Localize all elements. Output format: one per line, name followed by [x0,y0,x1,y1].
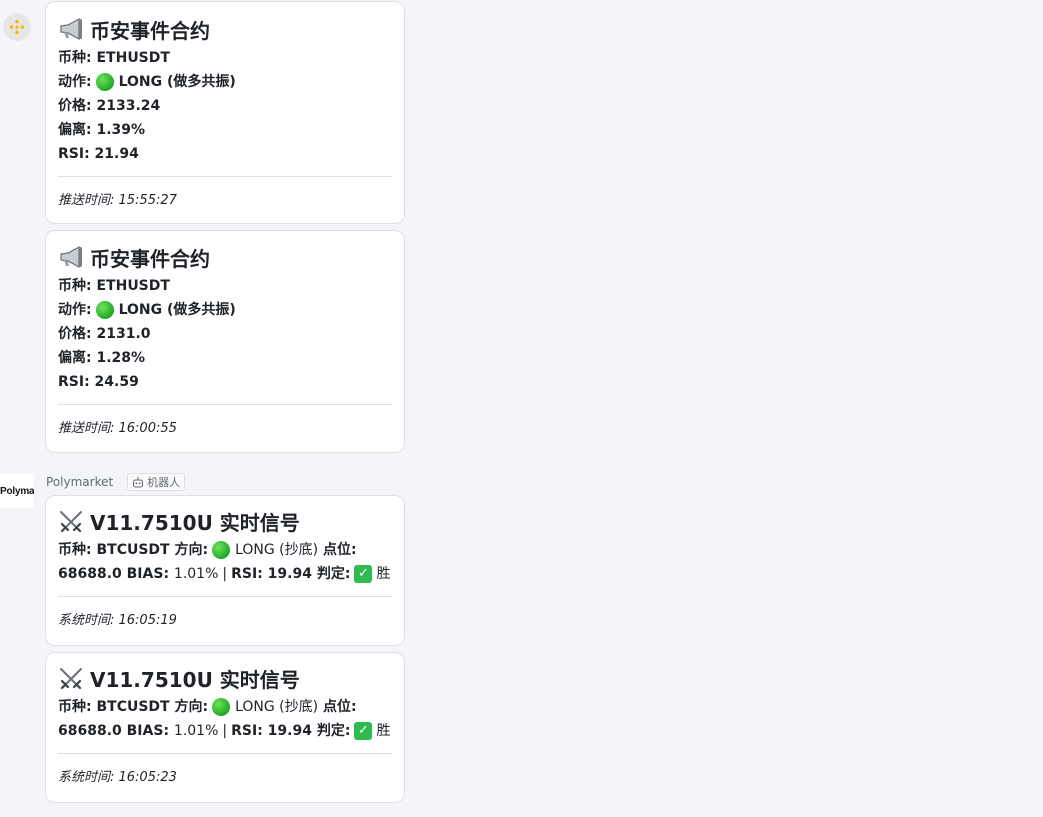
symbol-line: 币种: ETHUSDT [58,46,392,70]
binance-logo-icon [3,13,31,41]
megaphone-icon [58,17,84,41]
push-time: 推送时间: 15:55:27 [58,193,177,208]
coin-label: 币种: [58,542,92,558]
rsi-line: RSI: 24.59 [58,370,392,394]
check-mark-button-icon: ✓ [354,722,373,740]
direction-label: 方向: [174,699,209,715]
rsi-value: 19.94 [267,566,312,582]
binance-signal-card[interactable]: 币安事件合约 币种: ETHUSDT 动作: LONG (做多共振) 价格: 2… [45,1,405,224]
signal-line-2: 68688.0 BIAS: 1.01% | RSI: 19.94 判定: ✓ 胜 [58,562,392,586]
action-label: 动作: [58,302,92,318]
signal-line-1: 币种: BTCUSDT 方向: LONG (抄底) 点位: [58,538,392,562]
deviation-value: 1.39% [96,122,146,138]
card-divider [58,753,392,754]
crossed-swords-icon [58,666,84,690]
green-circle-icon [212,541,231,559]
symbol-label: 币种: [58,278,92,294]
push-time: 推送时间: 16:00:55 [58,421,177,436]
level-value: 68688.0 [58,566,122,582]
card-title-row: V11.7510U 实时信号 [58,666,392,692]
polymarket-signal-card[interactable]: V11.7510U 实时信号 币种: BTCUSDT 方向: LONG (抄底)… [45,495,405,646]
level-label: 点位: [322,699,357,715]
separator: | [222,723,228,739]
rsi-label: RSI: [231,723,263,739]
binance-avatar[interactable] [0,10,34,44]
direction-value: LONG (抄底) [235,542,319,558]
green-circle-icon [95,73,114,91]
bot-tag-label: 机器人 [147,476,181,489]
card-divider [58,404,392,405]
action-line: 动作: LONG (做多共振) [58,70,392,94]
level-value: 68688.0 [58,723,122,739]
crossed-swords-icon [58,509,84,533]
system-time: 系统时间: 16:05:19 [58,613,177,628]
price-value: 2133.24 [96,98,161,114]
bias-value: 1.01% [173,566,219,582]
coin-value: BTCUSDT [96,699,170,715]
card-title: V11.7510U 实时信号 [90,510,300,535]
coin-label: 币种: [58,699,92,715]
verdict-label: 判定: [316,723,351,739]
robot-icon [133,476,144,487]
signal-line-2: 68688.0 BIAS: 1.01% | RSI: 19.94 判定: ✓ 胜 [58,719,392,743]
deviation-line: 偏离: 1.39% [58,118,392,142]
price-line: 价格: 2131.0 [58,322,392,346]
card-divider [58,176,392,177]
action-label: 动作: [58,74,92,90]
card-title: V11.7510U 实时信号 [90,667,300,692]
bias-label: BIAS: [126,566,170,582]
rsi-line: RSI: 21.94 [58,142,392,166]
rsi-label: RSI: [58,146,90,162]
polymarket-avatar[interactable]: Polymar [0,474,34,508]
deviation-label: 偏离: [58,122,92,138]
polymarket-signal-card[interactable]: V11.7510U 实时信号 币种: BTCUSDT 方向: LONG (抄底)… [45,652,405,803]
megaphone-icon [58,245,84,269]
binance-signal-card[interactable]: 币安事件合约 币种: ETHUSDT 动作: LONG (做多共振) 价格: 2… [45,230,405,453]
deviation-line: 偏离: 1.28% [58,346,392,370]
avatar-text: Polymar [0,485,34,497]
card-title: 币安事件合约 [90,246,210,271]
card-title-row: 币安事件合约 [58,17,392,43]
level-label: 点位: [322,542,357,558]
sender-name[interactable]: Polymarket [46,475,113,489]
rsi-label: RSI: [58,374,90,390]
rsi-label: RSI: [231,566,263,582]
symbol-label: 币种: [58,50,92,66]
coin-value: BTCUSDT [96,542,170,558]
direction-value: LONG (抄底) [235,699,319,715]
price-value: 2131.0 [96,326,151,342]
bias-label: BIAS: [126,723,170,739]
bot-tag: 机器人 [127,473,186,491]
symbol-value: ETHUSDT [96,50,170,66]
card-title-row: V11.7510U 实时信号 [58,509,392,535]
green-circle-icon [95,301,114,319]
action-line: 动作: LONG (做多共振) [58,298,392,322]
rsi-value: 19.94 [267,723,312,739]
card-title-row: 币安事件合约 [58,245,392,271]
card-divider [58,596,392,597]
price-label: 价格: [58,326,92,342]
direction-label: 方向: [174,542,209,558]
check-mark-button-icon: ✓ [354,565,373,583]
verdict-value: 胜 [376,566,391,582]
rsi-value: 21.94 [94,146,139,162]
symbol-line: 币种: ETHUSDT [58,274,392,298]
deviation-value: 1.28% [96,350,146,366]
verdict-value: 胜 [376,723,391,739]
deviation-label: 偏离: [58,350,92,366]
card-title: 币安事件合约 [90,18,210,43]
symbol-value: ETHUSDT [96,278,170,294]
bias-value: 1.01% [173,723,219,739]
price-label: 价格: [58,98,92,114]
price-line: 价格: 2133.24 [58,94,392,118]
action-value: LONG (做多共振) [118,302,236,318]
action-value: LONG (做多共振) [118,74,236,90]
verdict-label: 判定: [316,566,351,582]
sender-row: Polymarket 机器人 [46,473,186,491]
signal-line-1: 币种: BTCUSDT 方向: LONG (抄底) 点位: [58,695,392,719]
system-time: 系统时间: 16:05:23 [58,770,177,785]
rsi-value: 24.59 [94,374,139,390]
green-circle-icon [212,698,231,716]
separator: | [222,566,228,582]
